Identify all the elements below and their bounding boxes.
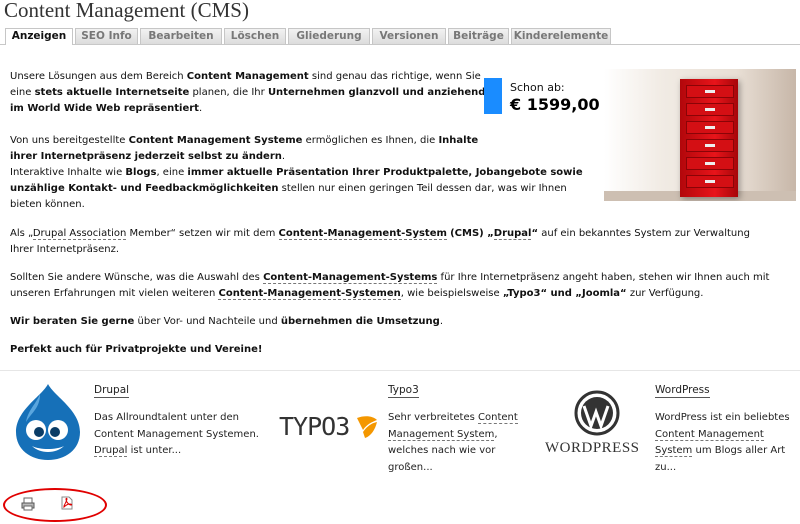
price-value: € 1599,00	[510, 95, 600, 114]
alternatives-paragraph: Sollten Sie andere Wünsche, was die Ausw…	[10, 272, 770, 300]
link-cms[interactable]: Content-Management-System	[278, 228, 447, 240]
card-drupal-text: Das Allroundtalent unter den Content Man…	[94, 412, 259, 457]
card-typo3-text: Sehr verbreitetes Content Management Sys…	[388, 412, 518, 473]
link-cms-3[interactable]: Content-Management-Systemen	[218, 288, 401, 300]
card-drupal-title[interactable]: Drupal	[94, 384, 130, 398]
tab-bar: Anzeigen SEO Info Bearbeiten Löschen Gli…	[5, 28, 611, 45]
tab-beitraege[interactable]: Beiträge	[448, 28, 509, 44]
card-drupal-link[interactable]: Drupal	[94, 445, 128, 457]
highlight-ellipse	[3, 488, 107, 522]
link-drupal-association[interactable]: Drupal Association	[32, 228, 127, 240]
tab-versionen[interactable]: Versionen	[372, 28, 446, 44]
link-cms-2[interactable]: Content-Management-Systems	[263, 272, 438, 284]
card-wordpress-title[interactable]: WordPress	[655, 384, 710, 398]
tab-anzeigen[interactable]: Anzeigen	[5, 28, 73, 45]
price-label: Schon ab:	[510, 81, 565, 94]
link-drupal[interactable]: Drupal	[493, 228, 532, 240]
intro-paragraph-1: Unsere Lösungen aus dem Bereich Content …	[10, 71, 486, 114]
private-projects-paragraph: Perfekt auch für Privatprojekte und Vere…	[10, 344, 263, 355]
card-wordpress-link[interactable]: Content Management	[655, 428, 764, 441]
tab-seo-info[interactable]: SEO Info	[75, 28, 138, 44]
consulting-paragraph: Wir beraten Sie gerne über Vor- und Nach…	[10, 316, 444, 327]
hero-image	[604, 69, 796, 201]
card-wordpress-text: WordPress ist ein beliebtes Content Mana…	[655, 412, 790, 473]
intro-paragraph-3: Interaktive Inhalte wie Blogs, eine imme…	[10, 167, 583, 210]
card-typo3-link-2[interactable]: Management System	[388, 428, 495, 441]
drupal-paragraph: Als „Drupal Association Member“ setzen w…	[10, 228, 750, 255]
tab-gliederung[interactable]: Gliederung	[288, 28, 370, 44]
card-wordpress-link-2[interactable]: System	[655, 445, 693, 457]
typo3-logo-icon[interactable]: TYPO3	[279, 412, 381, 442]
drupal-logo-icon[interactable]	[10, 382, 86, 462]
print-icon[interactable]	[21, 497, 35, 511]
intro-paragraph-2: Von uns bereitgestellte Content Manageme…	[10, 135, 479, 162]
wordpress-logo-icon[interactable]	[570, 390, 624, 436]
tab-loeschen[interactable]: Löschen	[224, 28, 286, 44]
tab-bearbeiten[interactable]: Bearbeiten	[140, 28, 222, 44]
card-typo3-link[interactable]: Content	[478, 412, 518, 424]
card-typo3-title[interactable]: Typo3	[388, 384, 419, 398]
tab-kinderelemente[interactable]: Kinderelemente	[511, 28, 611, 44]
wordpress-wordmark: WordPress	[545, 440, 640, 456]
section-divider	[0, 370, 800, 371]
page-title: Content Management (CMS)	[4, 0, 249, 22]
price-accent-bar	[484, 78, 502, 114]
pdf-icon[interactable]	[60, 496, 74, 510]
